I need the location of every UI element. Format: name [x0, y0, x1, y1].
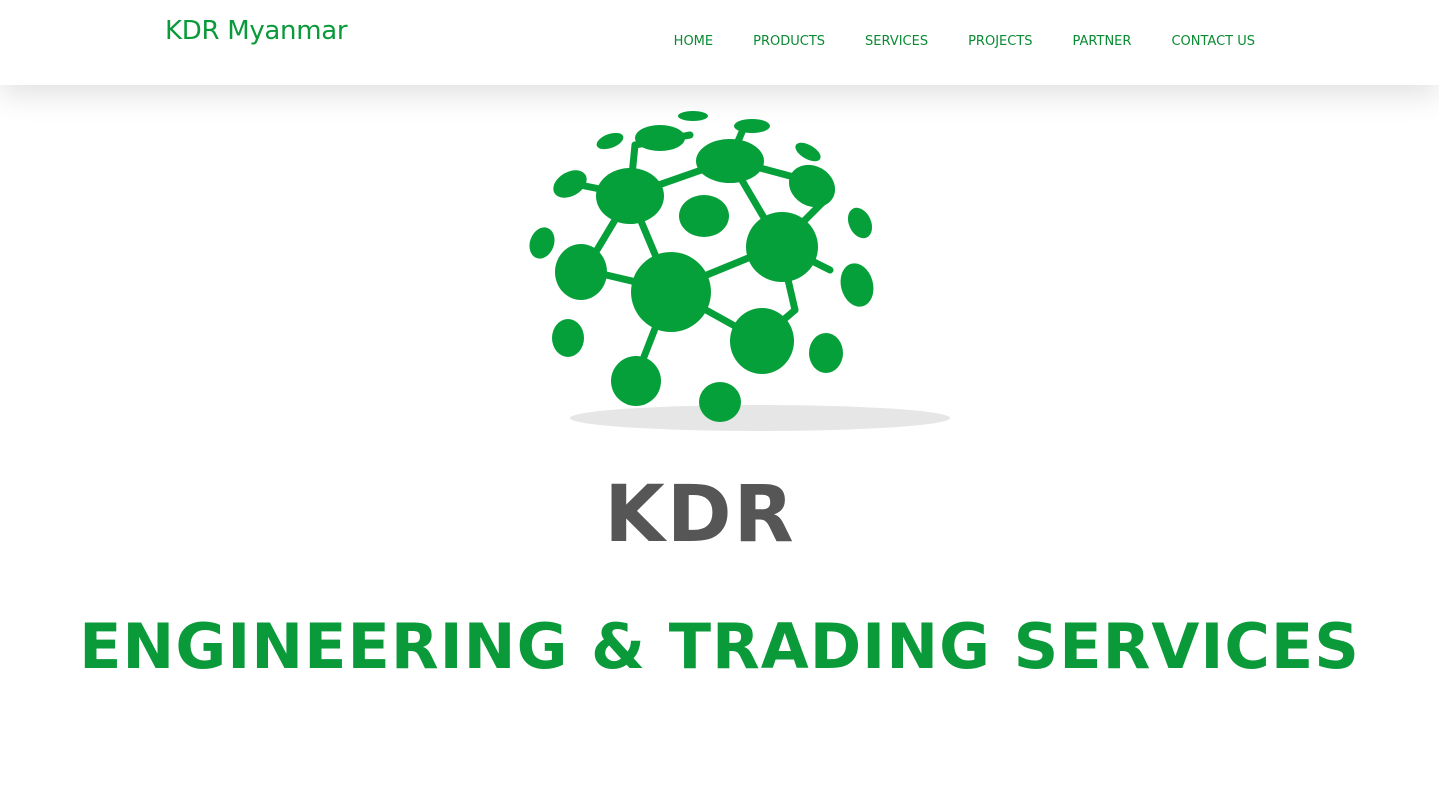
nav-services[interactable]: SERVICES — [865, 34, 928, 49]
hero-title: KDR — [604, 470, 796, 560]
nav-contact-us[interactable]: CONTACT US — [1171, 34, 1255, 49]
hero-tagline: ENGINEERING & TRADING SERVICES — [79, 610, 1360, 683]
nav-projects[interactable]: PROJECTS — [968, 34, 1032, 49]
nav-home[interactable]: HOME — [674, 34, 713, 49]
logo-shadow — [570, 405, 950, 431]
nav-partner[interactable]: PARTNER — [1073, 34, 1132, 49]
molecule-globe-icon — [529, 111, 950, 431]
brand-logo-link[interactable]: KDR Myanmar — [165, 16, 348, 46]
main-nav: HOME PRODUCTS SERVICES PROJECTS PARTNER … — [674, 34, 1255, 49]
nav-products[interactable]: PRODUCTS — [753, 34, 825, 49]
site-header: KDR Myanmar HOME PRODUCTS SERVICES PROJE… — [0, 0, 1439, 85]
